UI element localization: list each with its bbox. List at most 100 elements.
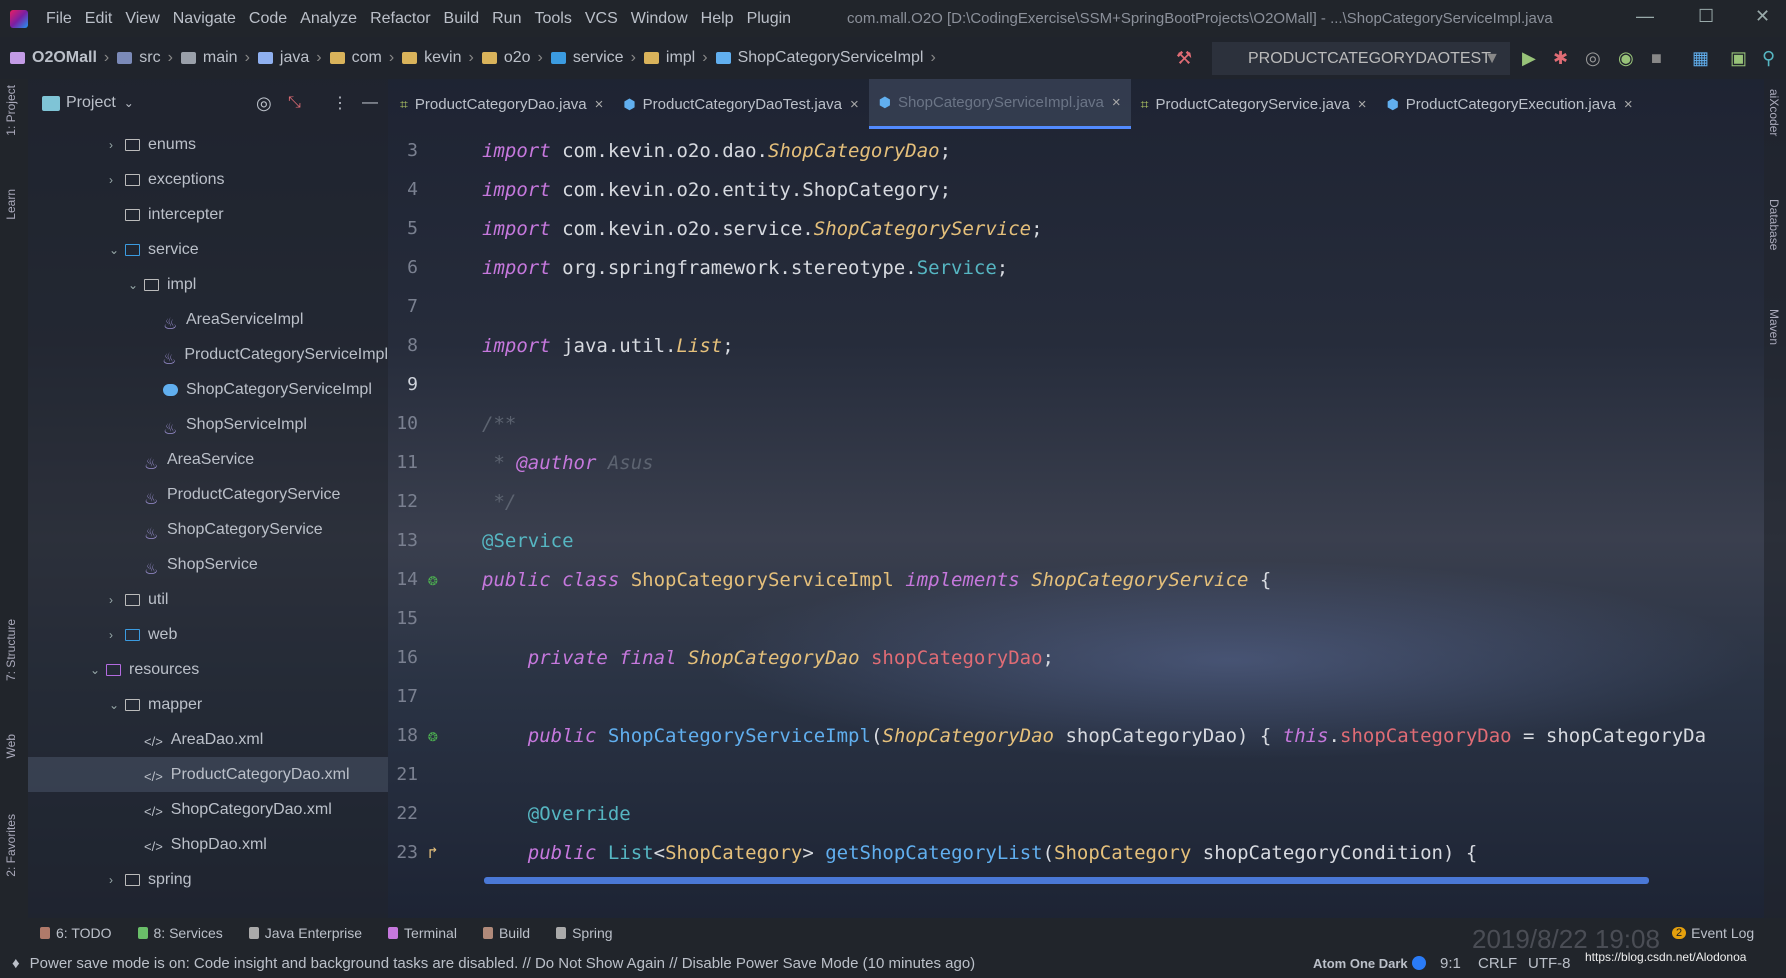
tree-item[interactable]: ♨ ShopService (28, 547, 388, 582)
tool-web[interactable]: Web (4, 734, 18, 758)
minimize-button[interactable]: — (1636, 6, 1654, 27)
tree-item[interactable]: › web (28, 617, 388, 652)
breadcrumb-shopcategoryserviceimpl[interactable]: ShopCategoryServiceImpl › (715, 49, 936, 67)
bottom-tab-todo[interactable]: 6: TODO (40, 925, 112, 941)
build-hammer-icon[interactable]: ⚒ (1176, 48, 1192, 69)
tree-item[interactable]: › exceptions (28, 162, 388, 197)
status-message[interactable]: Power save mode is on: Code insight and … (30, 955, 976, 972)
profile-icon[interactable]: ◉ (1618, 48, 1634, 69)
menu-view[interactable]: View (125, 10, 159, 28)
code-editor[interactable]: 3 import com.kevin.o2o.dao.ShopCategoryDa… (390, 131, 1764, 891)
options-icon[interactable]: ⋮ (332, 93, 348, 113)
tree-item[interactable]: ♨ ShopServiceImpl (28, 407, 388, 442)
chevron-down-icon[interactable]: ⌄ (109, 698, 125, 712)
breadcrumb-src[interactable]: src › (117, 49, 173, 67)
project-structure-icon[interactable]: ▦ (1692, 48, 1709, 69)
breadcrumb-project[interactable]: O2OMall › (10, 49, 109, 67)
tab-productcategoryexecution[interactable]: ⬢ ProductCategoryExecution.java × (1377, 79, 1643, 129)
breadcrumb-impl[interactable]: impl › (643, 49, 708, 67)
theme-label[interactable]: Atom One Dark (1313, 956, 1408, 971)
chevron-right-icon[interactable]: › (109, 873, 125, 887)
line-separator[interactable]: CRLF (1478, 955, 1517, 972)
bottom-tab-spring[interactable]: Spring (556, 925, 613, 941)
tree-item[interactable]: › spring (28, 862, 388, 897)
coverage-icon[interactable]: ◎ (1585, 48, 1601, 69)
collapse-all-icon[interactable]: ⤡ (288, 94, 301, 112)
tree-item[interactable]: </> ProductCategoryDao.xml (28, 757, 388, 792)
chevron-right-icon[interactable]: › (109, 173, 125, 187)
menu-help[interactable]: Help (701, 10, 734, 28)
close-tab-icon[interactable]: × (1358, 96, 1367, 113)
breadcrumb-kevin[interactable]: kevin › (402, 49, 474, 67)
spring-autowire-icon[interactable]: ❂ (428, 726, 438, 745)
file-encoding[interactable]: UTF-8 (1528, 955, 1571, 972)
close-tab-icon[interactable]: × (1112, 94, 1121, 111)
project-view-select[interactable]: Project (66, 94, 116, 112)
event-log-button[interactable]: 2 Event Log (1672, 925, 1754, 941)
tree-item[interactable]: ♨ ProductCategoryServiceImpl (28, 337, 388, 372)
tool-favorites[interactable]: 2: Favorites (4, 814, 18, 877)
run-icon[interactable]: ▶ (1522, 48, 1536, 69)
tool-aixcoder[interactable]: aiXcoder (1767, 89, 1781, 136)
bottom-tab-terminal[interactable]: Terminal (388, 925, 457, 941)
menu-tools[interactable]: Tools (534, 10, 571, 28)
close-tab-icon[interactable]: × (850, 96, 859, 113)
menu-analyze[interactable]: Analyze (300, 10, 357, 28)
bottom-tab-javaenterprise[interactable]: Java Enterprise (248, 925, 362, 941)
tree-item[interactable]: ⌄ resources (28, 652, 388, 687)
chevron-right-icon[interactable]: › (109, 628, 125, 642)
menu-run[interactable]: Run (492, 10, 521, 28)
tree-item[interactable]: › enums (28, 127, 388, 162)
search-icon[interactable]: ⚲ (1762, 48, 1775, 69)
debug-icon[interactable]: ✱ (1553, 48, 1568, 69)
tree-item[interactable]: ♨ AreaService (28, 442, 388, 477)
close-tab-icon[interactable]: × (1624, 96, 1633, 113)
breadcrumb-com[interactable]: com › (329, 49, 394, 67)
tree-item[interactable]: ShopCategoryServiceImpl (28, 372, 388, 407)
tree-item[interactable]: </> ShopCategoryDao.xml (28, 792, 388, 827)
menu-refactor[interactable]: Refactor (370, 10, 430, 28)
menu-build[interactable]: Build (444, 10, 480, 28)
menu-plugin[interactable]: Plugin (747, 10, 791, 28)
override-icon[interactable]: ↱ (428, 843, 438, 862)
terminal-icon[interactable]: ▣ (1730, 48, 1747, 69)
menu-window[interactable]: Window (631, 10, 688, 28)
cursor-position[interactable]: 9:1 (1440, 955, 1461, 972)
tab-shopcategoryserviceimpl[interactable]: ⬢ ShopCategoryServiceImpl.java × (868, 79, 1131, 129)
breadcrumb-o2o[interactable]: o2o › (481, 49, 543, 67)
hide-icon[interactable]: — (362, 94, 378, 112)
breadcrumb-main[interactable]: main › (180, 49, 250, 67)
tab-productcategorydao[interactable]: ⌗ ProductCategoryDao.java × (390, 79, 613, 129)
tree-item[interactable]: ⌄ service (28, 232, 388, 267)
chevron-down-icon[interactable]: ⌄ (90, 663, 106, 677)
run-config-select[interactable]: PRODUCTCATEGORYDAOTEST ▼ (1212, 42, 1510, 75)
close-tab-icon[interactable]: × (595, 96, 604, 113)
chevron-down-icon[interactable]: ⌄ (109, 243, 125, 257)
tree-item[interactable]: ⌄ mapper (28, 687, 388, 722)
chevron-down-icon[interactable]: ⌄ (128, 278, 144, 292)
tree-item[interactable]: intercepter (28, 197, 388, 232)
tree-item[interactable]: </> AreaDao.xml (28, 722, 388, 757)
menu-vcs[interactable]: VCS (585, 10, 618, 28)
tool-project[interactable]: 1: Project (4, 85, 18, 136)
locate-icon[interactable]: ◎ (256, 93, 272, 114)
breadcrumb-service[interactable]: service › (550, 49, 636, 67)
tree-item[interactable]: › util (28, 582, 388, 617)
tool-learn[interactable]: Learn (4, 189, 18, 220)
menu-edit[interactable]: Edit (85, 10, 113, 28)
horizontal-scrollbar[interactable] (484, 877, 1649, 884)
tree-item[interactable]: ♨ AreaServiceImpl (28, 302, 388, 337)
breadcrumb-java[interactable]: java › (257, 49, 322, 67)
stop-icon[interactable]: ■ (1651, 48, 1662, 69)
tool-structure[interactable]: 7: Structure (4, 619, 18, 681)
bottom-tab-build[interactable]: Build (482, 925, 530, 941)
tree-item[interactable]: ♨ ShopCategoryService (28, 512, 388, 547)
chevron-right-icon[interactable]: › (109, 593, 125, 607)
close-button[interactable]: ✕ (1755, 6, 1770, 27)
chevron-right-icon[interactable]: › (109, 138, 125, 152)
maximize-button[interactable]: ☐ (1698, 6, 1714, 27)
tree-item[interactable]: </> ShopDao.xml (28, 827, 388, 862)
tree-item[interactable]: ⌄ impl (28, 267, 388, 302)
menu-code[interactable]: Code (249, 10, 287, 28)
bottom-tab-services[interactable]: 8: Services (137, 925, 223, 941)
